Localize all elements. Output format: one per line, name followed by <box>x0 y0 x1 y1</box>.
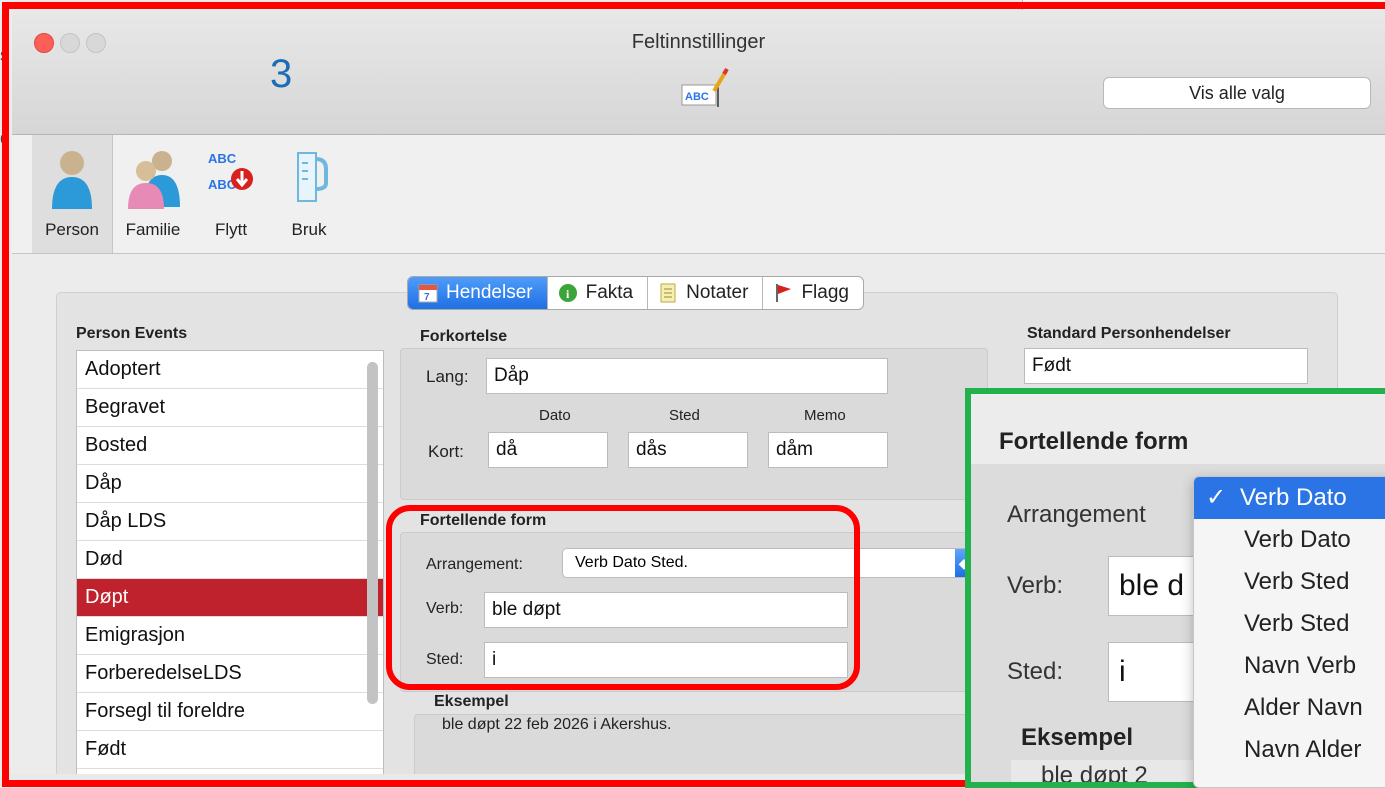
memo-column-label: Memo <box>804 407 846 424</box>
menu-item[interactable]: Alder Navn <box>1194 687 1385 729</box>
arrangement-label: Arrangement: <box>426 556 523 573</box>
background-text-fragment: s <box>0 45 9 65</box>
kort-memo-input[interactable]: dåm <box>768 432 888 468</box>
tab-notater[interactable]: Notater <box>648 277 764 309</box>
category-toolbar: Person Familie ABC ABC Flytt Bruk <box>12 135 1385 254</box>
move-abc-icon: ABC ABC <box>208 151 253 192</box>
person-icon <box>52 151 92 209</box>
title-bar: Feltinnstillinger 3 ABC Vis alle valg <box>12 10 1385 135</box>
menu-item[interactable]: Navn Verb <box>1194 645 1385 687</box>
list-item-selected[interactable]: Døpt <box>77 579 383 617</box>
tab-label: Notater <box>686 282 749 303</box>
sted-input[interactable]: i <box>484 642 848 678</box>
toolbar-item-use[interactable]: Bruk <box>270 135 348 253</box>
calendar-icon: 7 <box>418 284 438 303</box>
list-item[interactable]: Død <box>77 541 383 579</box>
list-item[interactable]: ForberedelseLDS <box>77 655 383 693</box>
standard-header: Standard Personhendelser <box>1027 325 1231 342</box>
field-settings-icon: ABC <box>681 67 729 107</box>
tab-label: Flagg <box>801 282 849 303</box>
tab-fakta[interactable]: i Fakta <box>548 277 649 309</box>
arrangement-dropdown-menu[interactable]: ✓ Verb Dato Verb Dato Verb Sted Verb Sted… <box>1193 476 1385 788</box>
list-item[interactable]: Emigrasjon <box>77 617 383 655</box>
toolbar-label: Familie <box>125 220 181 239</box>
window-title: Feltinnstillinger <box>631 31 766 53</box>
zoom-arrangement-label: Arrangement <box>1007 501 1146 528</box>
toolbar-item-person[interactable]: Person <box>32 135 113 253</box>
toolbar-label: Bruk <box>291 220 327 239</box>
background-text-fragment: d <box>0 128 11 148</box>
sted-column-label: Sted <box>669 407 700 424</box>
tab-flagg[interactable]: Flagg <box>763 277 863 309</box>
menu-item[interactable]: Verb Dato <box>1194 519 1385 561</box>
standard-events-field[interactable]: Født <box>1024 348 1308 384</box>
menu-item[interactable]: Navn Alder <box>1194 729 1385 771</box>
zoom-eksempel-text: ble døpt 2 <box>1041 762 1148 788</box>
svg-text:7: 7 <box>424 292 430 303</box>
toolbar-label: Person <box>45 220 99 239</box>
tab-bar: 7 Hendelser i Fakta Notater Flagg <box>407 276 864 310</box>
arrangement-value: Verb Dato Sted. <box>575 554 688 571</box>
toolbar-item-family[interactable]: Familie <box>114 135 192 253</box>
tab-label: Fakta <box>585 282 634 303</box>
eksempel-text: ble døpt 22 feb 2026 i Akershus. <box>442 716 672 733</box>
dato-column-label: Dato <box>539 407 571 424</box>
eksempel-header: Eksempel <box>434 693 509 710</box>
lang-input[interactable]: Dåp <box>486 358 888 394</box>
verb-label: Verb: <box>426 600 464 617</box>
list-item[interactable]: Dåp LDS <box>77 503 383 541</box>
menu-item[interactable]: Verb Sted <box>1194 561 1385 603</box>
tab-hendelser[interactable]: 7 Hendelser <box>408 277 548 309</box>
measuring-cup-icon <box>297 152 328 202</box>
toolbar-item-move[interactable]: ABC ABC Flytt <box>192 135 270 253</box>
kort-sted-input[interactable]: dås <box>628 432 748 468</box>
sted-label: Sted: <box>426 651 464 668</box>
zoom-eksempel-header: Eksempel <box>1021 724 1134 751</box>
annotation-number: 3 <box>270 52 293 96</box>
lang-label: Lang: <box>426 367 469 386</box>
toolbar-label: Flytt <box>214 220 248 239</box>
kort-label: Kort: <box>428 442 464 461</box>
svg-text:ABC: ABC <box>685 91 709 103</box>
zoom-verb-label: Verb: <box>1007 572 1064 599</box>
arrangement-dropdown[interactable]: Verb Dato Sted. <box>562 548 974 578</box>
verb-input[interactable]: ble døpt <box>484 592 848 628</box>
kort-dato-input[interactable]: då <box>488 432 608 468</box>
family-icon <box>128 151 180 209</box>
zoom-sted-label: Sted: <box>1007 658 1064 685</box>
events-header: Person Events <box>76 325 188 342</box>
menu-item-label: Verb Dato <box>1240 484 1347 511</box>
list-item[interactable]: Bosted <box>77 427 383 465</box>
list-item[interactable]: Født <box>77 731 383 769</box>
show-all-button[interactable]: Vis alle valg <box>1103 77 1371 109</box>
list-item[interactable]: Adoptert <box>77 351 383 389</box>
flag-icon <box>776 284 792 302</box>
list-item[interactable]: Dåp <box>77 465 383 503</box>
checkmark-icon: ✓ <box>1206 484 1227 511</box>
list-item[interactable]: Begravet <box>77 389 383 427</box>
menu-item[interactable]: Verb Sted <box>1194 603 1385 645</box>
list-item[interactable]: Forsegl til foreldre <box>77 693 383 731</box>
zoom-fortellende-header: Fortellende form <box>999 428 1189 455</box>
fortellende-header: Fortellende form <box>420 512 547 529</box>
events-list[interactable]: Adoptert Begravet Bosted Dåp Dåp LDS Død… <box>76 350 384 774</box>
events-scrollbar[interactable] <box>367 362 378 704</box>
info-icon: i <box>558 284 577 302</box>
tab-label: Hendelser <box>446 282 533 303</box>
forkortelse-header: Forkortelse <box>420 328 508 345</box>
menu-item-selected[interactable]: ✓ Verb Dato <box>1194 477 1385 519</box>
svg-text:ABC: ABC <box>208 151 237 166</box>
notepad-icon <box>660 283 676 303</box>
